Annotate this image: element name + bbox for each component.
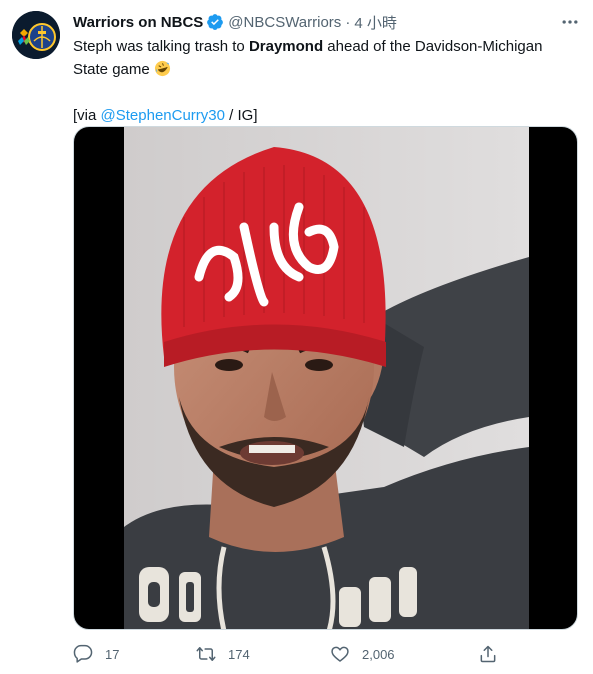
reply-button[interactable]: 17 [73, 640, 119, 668]
retweet-count: 174 [228, 646, 250, 662]
share-icon [478, 644, 498, 664]
tweet-header: Warriors on NBCS @NBCSWarriors · 4 小時 [73, 11, 397, 33]
timestamp[interactable]: 4 小時 [354, 12, 397, 33]
tweet-body: Steph was talking trash to Draymond ahea… [73, 35, 573, 81]
video-thumbnail-image [124, 127, 529, 629]
retweet-icon [196, 644, 216, 664]
display-name[interactable]: Warriors on NBCS [73, 14, 203, 31]
via-line: [via @StephenCurry30 / IG] [73, 104, 573, 127]
text-part-1: Steph was talking trash to [73, 38, 249, 55]
reply-count: 17 [105, 646, 120, 662]
like-button[interactable]: 2,006 [330, 640, 395, 668]
via-prefix: [via [73, 107, 101, 124]
more-horizontal-icon [562, 20, 578, 24]
bold-mention-text: Draymond [248, 38, 324, 55]
reply-icon [73, 644, 93, 664]
handle[interactable]: @NBCSWarriors [228, 14, 341, 31]
like-count: 2,006 [362, 646, 395, 662]
tweet-card[interactable]: Warriors on NBCS @NBCSWarriors · 4 小時 St… [0, 0, 593, 674]
avatar[interactable] [12, 11, 60, 59]
stephen-curry-mention-link[interactable]: @StephenCurry30 [101, 107, 225, 124]
separator-dot: · [345, 13, 351, 31]
video-player[interactable] [73, 126, 578, 630]
rolling-on-floor-laughing-emoji [154, 60, 171, 77]
tweet-actions-bar: 17 174 2,006 [73, 640, 503, 668]
via-suffix: / IG] [224, 107, 258, 124]
video-frame[interactable] [124, 127, 529, 629]
heart-icon [330, 644, 350, 664]
more-options-button[interactable] [558, 12, 582, 32]
tweet-text: Steph was talking trash to Draymond ahea… [73, 35, 573, 127]
verified-badge-icon [206, 13, 224, 31]
share-button[interactable] [478, 640, 498, 668]
warriors-nbcs-logo-icon [12, 11, 60, 59]
retweet-button[interactable]: 174 [196, 640, 250, 668]
